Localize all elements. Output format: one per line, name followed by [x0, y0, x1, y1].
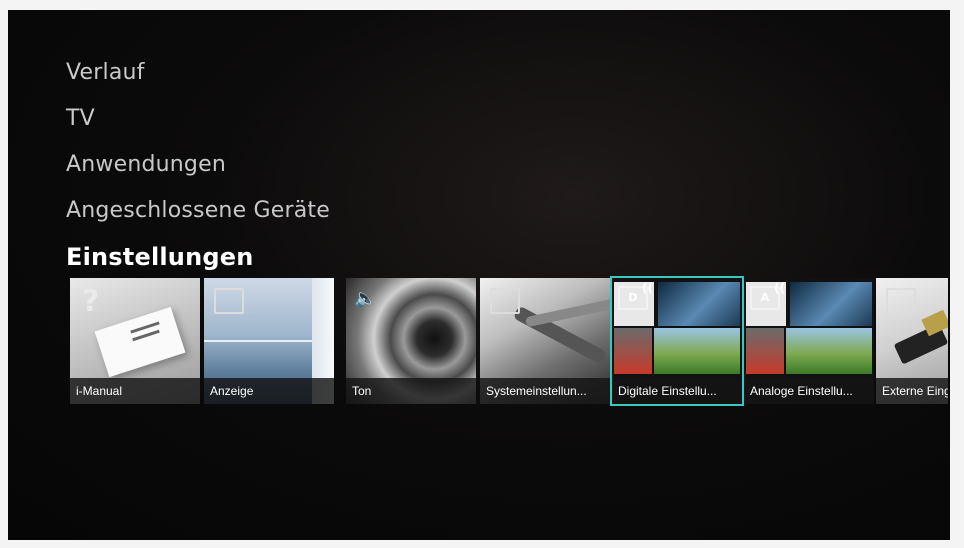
tile-systemeinstellungen[interactable]: Systemeinstellun...: [480, 278, 610, 404]
tile-label: Ton: [346, 378, 476, 404]
tile-label: Anzeige: [204, 378, 334, 404]
settings-tile-row: ? i-Manual Anzeige 🔈 Ton Systemeinstellu…: [70, 276, 950, 408]
menu-item-einstellungen[interactable]: Einstellungen: [66, 234, 330, 280]
tile-ton[interactable]: 🔈 Ton: [346, 278, 476, 404]
picture-icon: [214, 288, 244, 314]
home-menu: Verlauf TV Anwendungen Angeschlossene Ge…: [66, 50, 330, 280]
tile-analoge-einstellungen[interactable]: A(( Analoge Einstellu...: [744, 278, 874, 404]
list-icon: [490, 288, 520, 314]
tile-i-manual[interactable]: ? i-Manual: [70, 278, 200, 404]
d-broadcast-icon: D((: [618, 281, 653, 310]
tv-screen: Verlauf TV Anwendungen Angeschlossene Ge…: [8, 10, 950, 540]
tile-digitale-einstellungen[interactable]: D(( Digitale Einstellu...: [610, 276, 744, 406]
tile-externe-eingaenge[interactable]: Externe Eing: [876, 278, 948, 404]
tile-label: i-Manual: [70, 378, 200, 404]
question-icon: ?: [82, 284, 100, 319]
tile-label: Digitale Einstellu...: [612, 378, 742, 404]
tile-label: Analoge Einstellu...: [744, 378, 874, 404]
menu-item-anwendungen[interactable]: Anwendungen: [66, 142, 330, 188]
tile-anzeige[interactable]: Anzeige: [204, 278, 334, 404]
menu-item-angeschlossene-geraete[interactable]: Angeschlossene Geräte: [66, 188, 330, 234]
menu-item-verlauf[interactable]: Verlauf: [66, 50, 330, 96]
a-broadcast-icon: A((: [750, 281, 785, 310]
speaker-icon: 🔈: [354, 288, 377, 309]
menu-item-tv[interactable]: TV: [66, 96, 330, 142]
tile-label: Externe Eing: [876, 378, 948, 404]
input-icon: [886, 288, 916, 314]
tile-label: Systemeinstellun...: [480, 378, 610, 404]
